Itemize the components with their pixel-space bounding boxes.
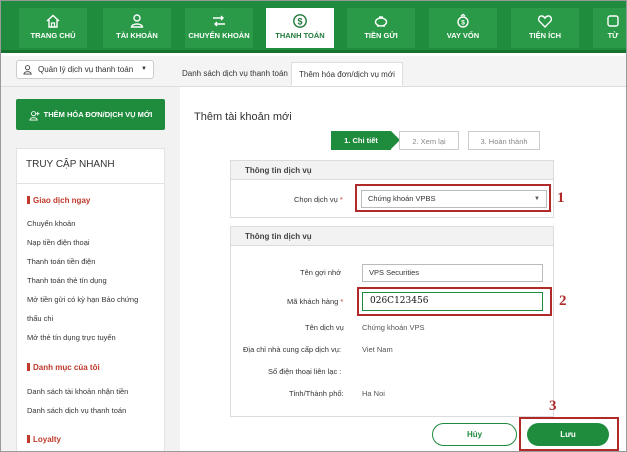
svg-text:$: $: [461, 20, 465, 27]
label-text: Mã khách hàng: [287, 297, 339, 306]
nav-item-account[interactable]: TÀI KHOẢN: [103, 8, 171, 48]
annotation-box-2: [357, 287, 552, 316]
step-complete: 3. Hoàn thành: [468, 131, 540, 150]
dollar-icon: $: [293, 14, 307, 28]
city-value: Ha Noi: [362, 389, 385, 398]
add-user-icon: [28, 110, 40, 121]
quick-link-online-card[interactable]: Mở thẻ tín dụng trực tuyến: [27, 333, 116, 342]
flag-icon: [27, 196, 30, 204]
step-review: 2. Xem lại: [399, 131, 459, 150]
provider-address-value: Viet Nam: [362, 345, 393, 354]
quick-link-electricity[interactable]: Thanh toán tiền điện: [27, 257, 95, 266]
section-title: Danh mục của tôi: [33, 363, 100, 372]
loan-icon: $: [457, 13, 469, 28]
piggy-bank-icon: [374, 16, 388, 27]
transfer-icon: [213, 15, 225, 27]
add-new-bill-label: THÊM HÓA ĐƠN/DỊCH VỤ MỚI: [43, 110, 153, 119]
label-text: Chọn dịch vụ: [294, 195, 338, 204]
city-label: Tỉnh/Thành phố:: [289, 389, 344, 398]
provider-address-label: Địa chỉ nhà cung cấp dịch vụ:: [243, 345, 341, 354]
quick-link-payment-services[interactable]: Danh sách dịch vụ thanh toán: [27, 406, 126, 415]
nav-item-transfer[interactable]: CHUYỂN KHOẢN: [185, 8, 253, 48]
annotation-number-1: 1: [557, 190, 565, 206]
annotation-number-3: 3: [549, 398, 557, 414]
quick-link-overdraft[interactable]: thấu chi: [27, 314, 53, 323]
nav-item-home[interactable]: TRANG CHỦ: [19, 8, 87, 48]
nav-item-deposit[interactable]: TIỀN GỬI: [347, 8, 415, 48]
section-transact-now: Giao dịch ngay: [27, 196, 90, 205]
quick-link-recipients[interactable]: Danh sách tài khoản nhận tiền: [27, 387, 128, 396]
flag-icon: [27, 435, 30, 443]
panel-header: Thông tin dịch vụ: [231, 227, 553, 246]
service-name-value: Chứng khoán VPS: [362, 323, 425, 332]
nav-label-home: TRANG CHỦ: [30, 31, 76, 40]
heart-icon: [537, 15, 553, 29]
quick-link-credit-card[interactable]: Thanh toán thẻ tín dụng: [27, 276, 107, 285]
panel-header: Thông tin dịch vụ: [231, 161, 553, 180]
svg-text:$: $: [297, 16, 302, 26]
service-select-label: Chọn dịch vụ *: [294, 195, 343, 204]
required-star: *: [339, 195, 343, 204]
nickname-input[interactable]: VPS Securities: [362, 264, 543, 282]
user-settings-icon: [23, 65, 32, 75]
section-my-list: Danh mục của tôi: [27, 363, 100, 372]
required-star: *: [340, 297, 344, 306]
step-details: 1. Chi tiết: [331, 131, 400, 150]
cancel-button[interactable]: Hủy: [432, 423, 517, 446]
nav-item-payment[interactable]: $ THANH TOÁN: [266, 8, 334, 48]
quick-access-title: TRUY CẬP NHANH: [26, 159, 115, 170]
more-icon: [607, 15, 619, 27]
nav-label-utilities: TIỆN ÍCH: [528, 31, 562, 40]
nav-label-loan: VAY VỐN: [446, 31, 480, 40]
quick-link-phone-topup[interactable]: Nạp tiền điện thoại: [27, 238, 90, 247]
section-loyalty: Loyalty: [27, 435, 61, 444]
annotation-box-3: [519, 417, 619, 451]
nav-item-loan[interactable]: $ VAY VỐN: [429, 8, 497, 48]
service-management-label: Quản lý dịch vụ thanh toán: [38, 65, 134, 74]
divider: [16, 183, 165, 184]
tab-service-list[interactable]: Danh sách dịch vụ thanh toán: [175, 62, 295, 86]
home-icon: [46, 14, 60, 28]
nickname-label: Tên gợi nhớ: [300, 268, 342, 277]
nav-item-utilities[interactable]: TIỆN ÍCH: [511, 8, 579, 48]
quick-link-term-deposit[interactable]: Mở tiền gửi có kỳ hạn Bảo chứng: [27, 295, 138, 304]
service-name-label: Tên dịch vụ: [305, 323, 344, 332]
flag-icon: [27, 363, 30, 371]
nav-item-more[interactable]: TỪ: [593, 8, 627, 48]
nav-label-account: TÀI KHOẢN: [116, 31, 158, 40]
section-title: Giao dịch ngay: [33, 196, 91, 205]
add-new-bill-button[interactable]: THÊM HÓA ĐƠN/DỊCH VỤ MỚI: [16, 99, 165, 130]
page-title: Thêm tài khoản mới: [194, 111, 292, 123]
phone-label: Số điện thoại liên lạc :: [268, 367, 342, 376]
annotation-box-1: [355, 184, 551, 212]
quick-link-transfer[interactable]: Chuyển khoản: [27, 219, 75, 228]
section-title: Loyalty: [33, 435, 62, 444]
customer-code-label: Mã khách hàng *: [287, 297, 343, 306]
nav-label-more: TỪ: [607, 31, 619, 40]
user-icon: [130, 14, 144, 28]
nav-label-deposit: TIỀN GỬI: [364, 31, 398, 40]
tab-add-new[interactable]: Thêm hóa đơn/dịch vụ mới: [291, 62, 403, 86]
nav-label-transfer: CHUYỂN KHOẢN: [188, 31, 250, 40]
service-details-panel: Thông tin dịch vụ: [230, 226, 554, 417]
annotation-number-2: 2: [559, 293, 567, 309]
chevron-down-icon: ▼: [141, 66, 147, 72]
service-management-dropdown[interactable]: Quản lý dịch vụ thanh toán ▼: [16, 60, 154, 79]
nav-label-payment: THANH TOÁN: [275, 31, 325, 40]
